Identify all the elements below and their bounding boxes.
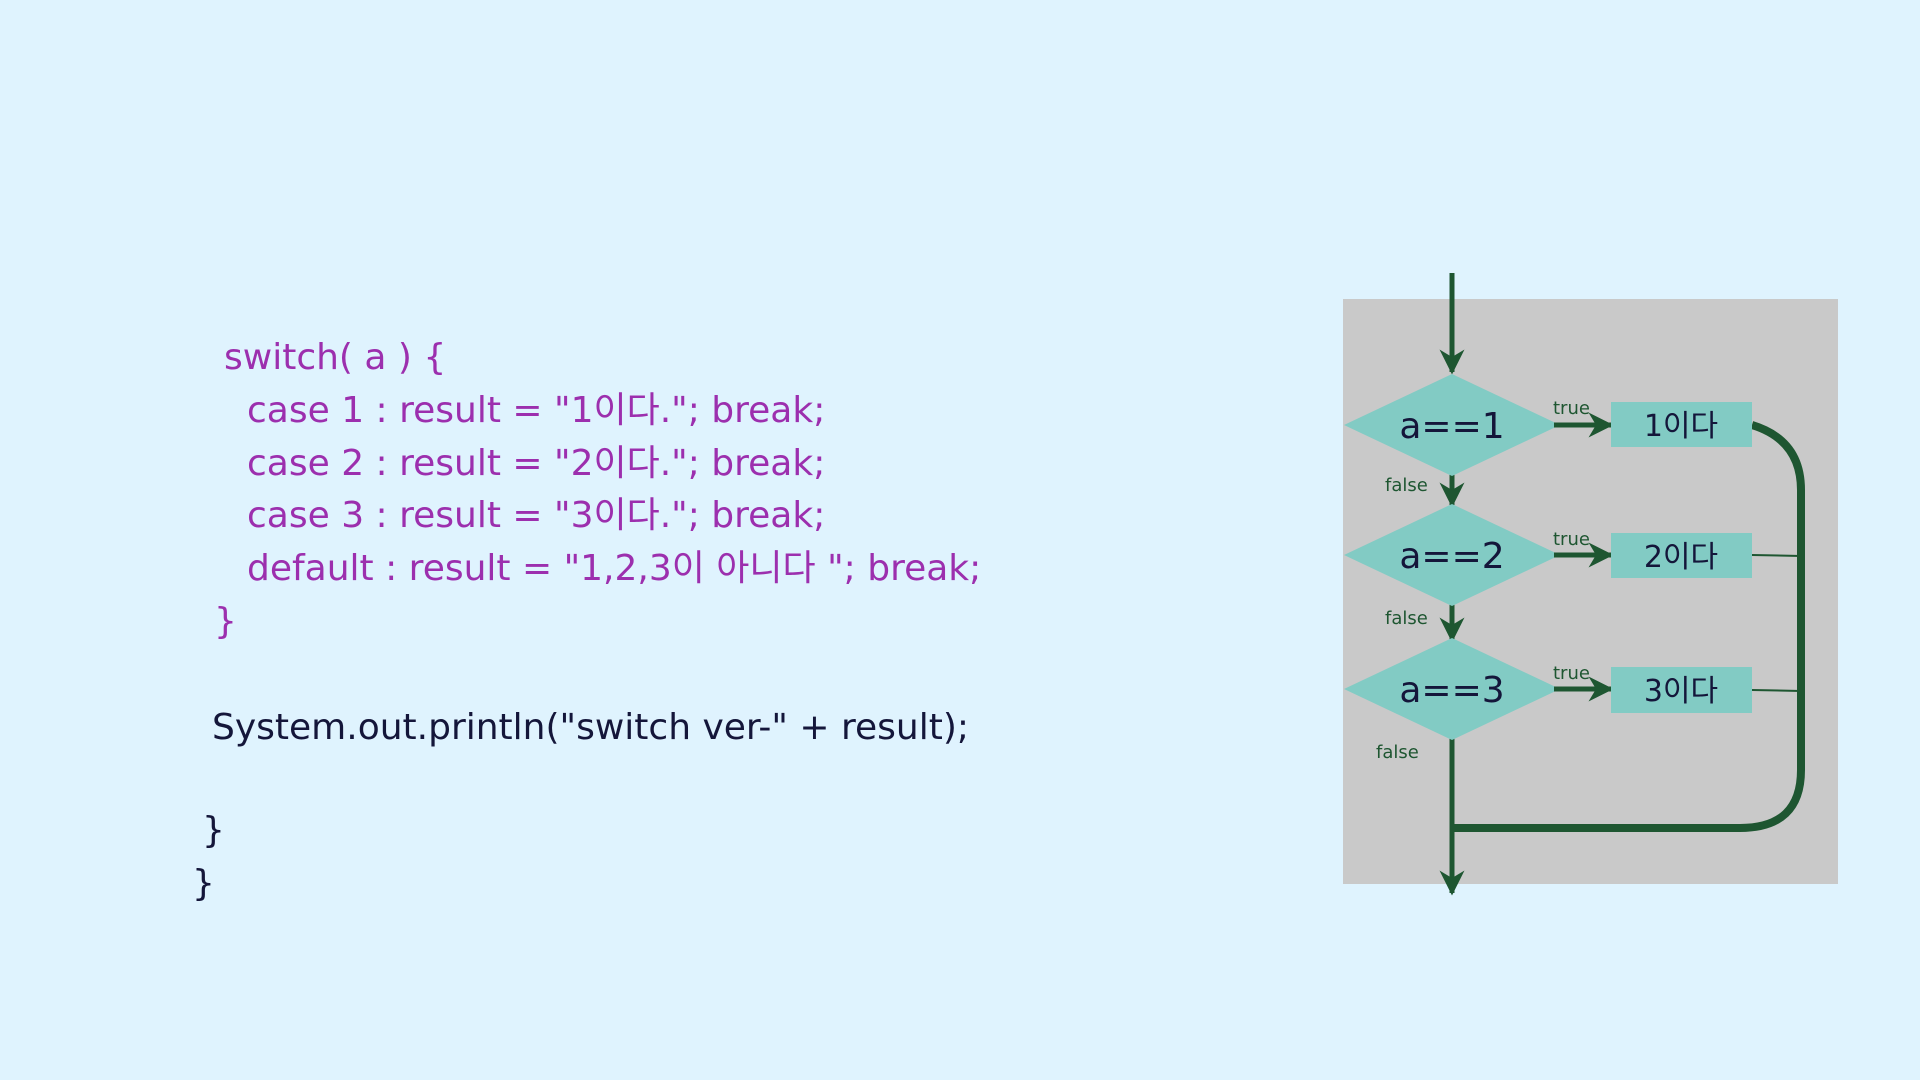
result-label-2: 2이다	[1644, 540, 1718, 575]
condition-label-3: a==3	[1399, 670, 1504, 711]
result-label-1: 1이다	[1644, 409, 1718, 444]
true-label-2: true	[1553, 529, 1590, 550]
true-label-3: true	[1553, 663, 1590, 684]
false-label-2: false	[1385, 608, 1428, 629]
condition-label-2: a==2	[1399, 536, 1504, 577]
false-label-1: false	[1385, 475, 1428, 496]
result-label-3: 3이다	[1644, 674, 1718, 709]
true-label-1: true	[1553, 398, 1590, 419]
merge-connector-3	[1751, 689, 1802, 692]
false-label-3: false	[1376, 742, 1419, 763]
merge-connector-2	[1751, 554, 1802, 557]
diagram-background	[1343, 299, 1838, 884]
condition-label-1: a==1	[1399, 406, 1504, 447]
flowchart: a==1 a==2 a==3 true true true false fals…	[1343, 273, 1838, 896]
